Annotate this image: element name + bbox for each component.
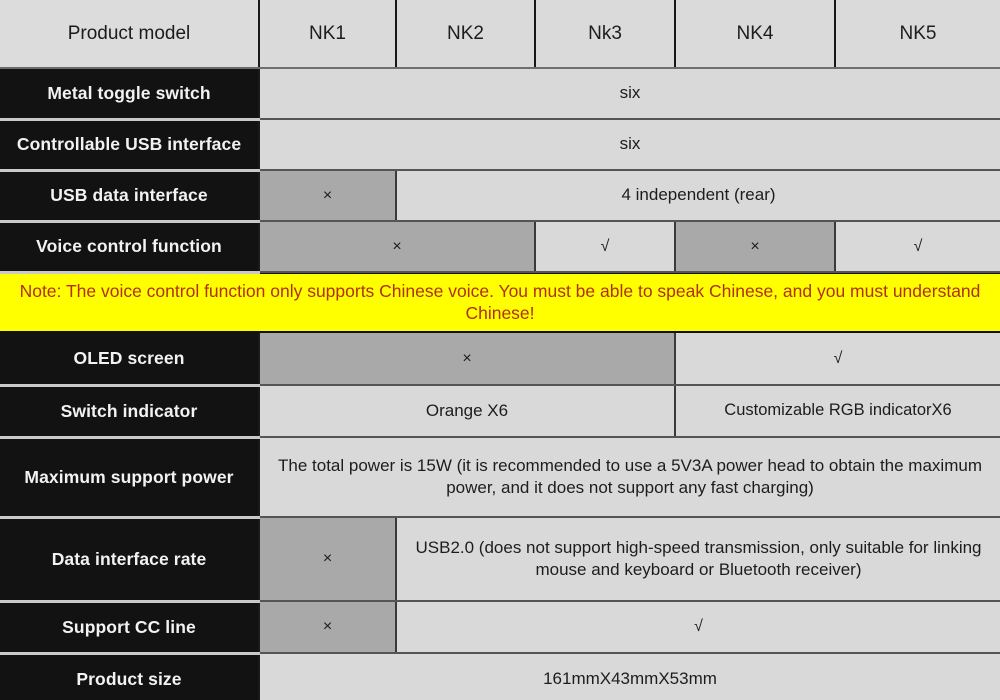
cell-switch-indicator-nk4-nk5: Customizable RGB indicatorX6 xyxy=(674,384,1000,438)
cell-voice-control-nk3: √ xyxy=(534,220,675,273)
row-label-data-interface-rate: Data interface rate xyxy=(0,516,260,603)
header-column-nk5: NK5 xyxy=(834,0,1000,69)
cell-oled-screen-nk4-nk5: √ xyxy=(674,331,1000,386)
row-label-controllable-usb-interface: Controllable USB interface xyxy=(0,118,260,172)
cell-voice-control-nk1-nk2: × xyxy=(258,220,535,273)
cell-data-interface-rate-nk1: × xyxy=(258,516,396,602)
row-label-switch-indicator: Switch indicator xyxy=(0,384,260,439)
cell-voice-control-nk5: √ xyxy=(834,220,1000,273)
header-column-nk2: NK2 xyxy=(395,0,535,69)
header-column-nk4: NK4 xyxy=(674,0,835,69)
cell-oled-screen-nk1-nk3: × xyxy=(258,331,675,386)
table-row-metal-toggle-switch: Metal toggle switch six xyxy=(0,67,1000,121)
header-product-model: Product model xyxy=(0,0,260,69)
cell-usb-data-interface-nk2-nk5: 4 independent (rear) xyxy=(395,169,1000,222)
table-row-support-cc-line: Support CC line × √ xyxy=(0,600,1000,655)
table-row-oled-screen: OLED screen × √ xyxy=(0,331,1000,387)
cell-product-size-all: 161mmX43mmX53mm xyxy=(258,652,1000,700)
table-row-switch-indicator: Switch indicator Orange X6 Customizable … xyxy=(0,384,1000,439)
row-label-support-cc-line: Support CC line xyxy=(0,600,260,655)
table-row-usb-data-interface: USB data interface × 4 independent (rear… xyxy=(0,169,1000,223)
cell-controllable-usb-interface-all: six xyxy=(258,118,1000,171)
cell-usb-data-interface-nk1: × xyxy=(258,169,396,222)
row-label-voice-control-function: Voice control function xyxy=(0,220,260,274)
table-header-row: Product model NK1 NK2 Nk3 NK4 NK5 xyxy=(0,0,1000,69)
row-label-product-size: Product size xyxy=(0,652,260,700)
table-row-product-size: Product size 161mmX43mmX53mm xyxy=(0,652,1000,700)
table-row-note: Note: The voice control function only su… xyxy=(0,271,1000,333)
row-label-oled-screen: OLED screen xyxy=(0,331,260,387)
product-specification-table: Product model NK1 NK2 Nk3 NK4 NK5 Metal … xyxy=(0,0,1000,700)
cell-maximum-support-power-all: The total power is 15W (it is recommende… xyxy=(258,436,1000,518)
row-label-metal-toggle-switch: Metal toggle switch xyxy=(0,67,260,121)
table-row-data-interface-rate: Data interface rate × USB2.0 (does not s… xyxy=(0,516,1000,603)
cell-data-interface-rate-nk2-nk5: USB2.0 (does not support high-speed tran… xyxy=(395,516,1000,602)
table-row-controllable-usb-interface: Controllable USB interface six xyxy=(0,118,1000,172)
cell-support-cc-line-nk1: × xyxy=(258,600,396,654)
cell-metal-toggle-switch-all: six xyxy=(258,67,1000,120)
cell-support-cc-line-nk2-nk5: √ xyxy=(395,600,1000,654)
header-column-nk3: Nk3 xyxy=(534,0,675,69)
cell-voice-control-nk4: × xyxy=(674,220,835,273)
header-column-nk1: NK1 xyxy=(258,0,396,69)
row-label-maximum-support-power: Maximum support power xyxy=(0,436,260,519)
spec-table-screenshot: Product model NK1 NK2 Nk3 NK4 NK5 Metal … xyxy=(0,0,1000,700)
table-row-voice-control-function: Voice control function × √ × √ xyxy=(0,220,1000,274)
table-row-maximum-support-power: Maximum support power The total power is… xyxy=(0,436,1000,519)
voice-control-note-banner: Note: The voice control function only su… xyxy=(0,271,1000,333)
cell-switch-indicator-nk1-nk3: Orange X6 xyxy=(258,384,675,438)
row-label-usb-data-interface: USB data interface xyxy=(0,169,260,223)
